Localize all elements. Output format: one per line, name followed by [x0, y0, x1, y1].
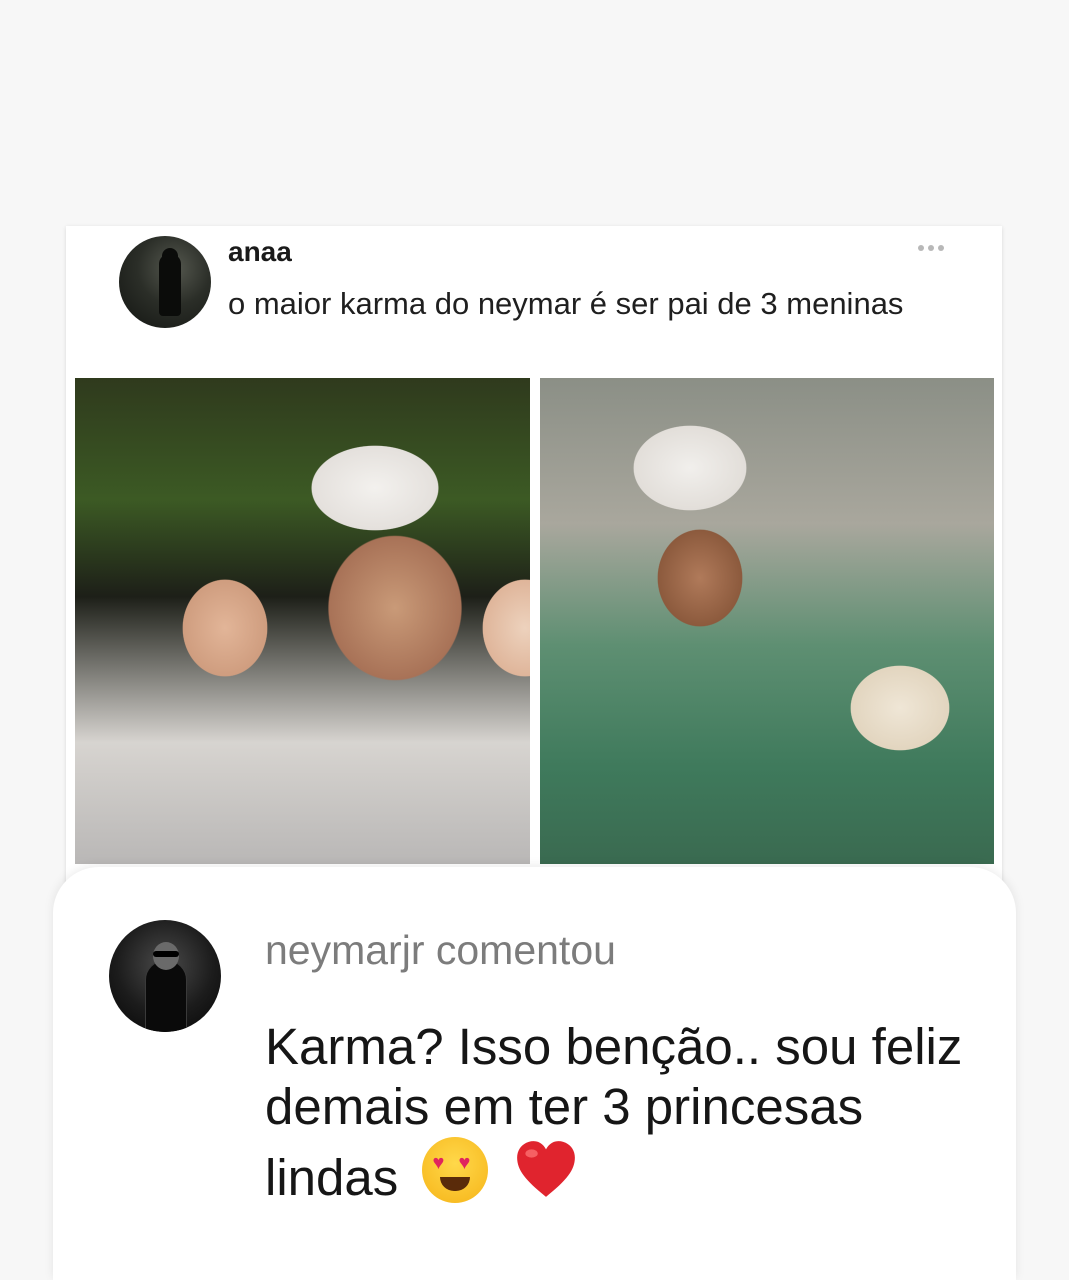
story-canvas: anaa o maior karma do neymar é ser pai d…	[0, 0, 1069, 1280]
comment-card: neymarjr comentou Karma? Isso benção.. s…	[53, 867, 1016, 1280]
post-card: anaa o maior karma do neymar é ser pai d…	[66, 226, 1002, 946]
heart-eyes-emoji-icon: ♥ ♥	[422, 1137, 489, 1203]
comment-header[interactable]: neymarjr comentou	[265, 927, 616, 974]
cap-logo	[321, 443, 371, 474]
comment-text: Karma? Isso benção.. sou feliz demais em…	[265, 1018, 963, 1206]
red-heart-emoji-icon	[516, 1141, 575, 1197]
post-photo-left[interactable]	[75, 378, 530, 864]
post-photo-right[interactable]	[540, 378, 994, 864]
more-horizontal-icon[interactable]	[918, 242, 948, 254]
post-author-name[interactable]: anaa	[228, 236, 292, 268]
post-text: o maior karma do neymar é ser pai de 3 m…	[228, 286, 904, 321]
post-author-avatar[interactable]	[119, 236, 211, 328]
commenter-avatar[interactable]	[109, 920, 221, 1032]
comment-body: Karma? Isso benção.. sou feliz demais em…	[265, 1017, 985, 1208]
